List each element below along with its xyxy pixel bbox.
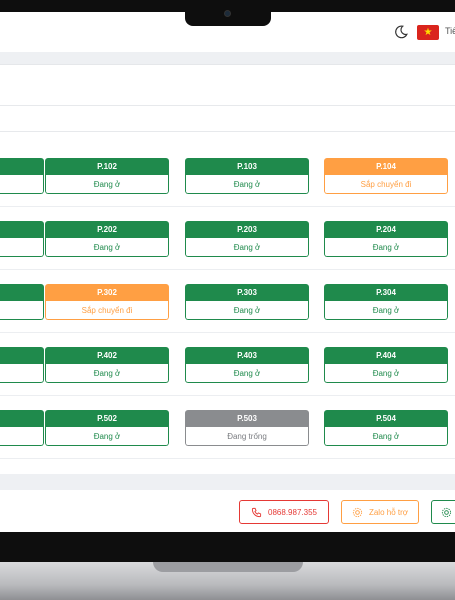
room-card[interactable]: P.504 Đang ở [324, 410, 448, 446]
room-card[interactable]: P.104 Sắp chuyển đi [324, 158, 448, 194]
room-status: Đang ở [45, 238, 169, 257]
room-number: P.204 [324, 221, 448, 238]
room-status: Đang ở [0, 427, 44, 446]
laptop-base-notch [153, 562, 303, 572]
room-card[interactable]: Đang ở [0, 284, 44, 320]
floor-row: Đang ởP.302Sắp chuyển điP.303Đang ởP.304… [0, 270, 455, 333]
support-gear-icon [352, 507, 363, 517]
room-card[interactable]: P.503 Đang trống [185, 410, 309, 446]
room-number: P.402 [45, 347, 169, 364]
hotline-button[interactable]: 0868.987.355 [239, 500, 329, 524]
room-number: P.103 [185, 158, 309, 175]
language-label[interactable]: Tiế [445, 26, 455, 36]
room-number: P.303 [185, 284, 309, 301]
room-card[interactable]: P.404 Đang ở [324, 347, 448, 383]
room-status: Đang ở [0, 238, 44, 257]
moon-icon[interactable] [394, 25, 408, 39]
filter-panel [0, 64, 455, 144]
room-number: P.104 [324, 158, 448, 175]
divider [0, 105, 455, 106]
room-card[interactable]: P.102 Đang ở [45, 158, 169, 194]
divider [0, 131, 455, 132]
room-number: P.302 [45, 284, 169, 301]
room-card[interactable]: P.103 Đang ở [185, 158, 309, 194]
vietnam-flag-icon[interactable]: ★ [417, 25, 439, 40]
settings-icon [441, 507, 452, 517]
room-card[interactable]: P.304 Đang ở [324, 284, 448, 320]
room-status: Đang ở [0, 364, 44, 383]
footer-bar: 0868.987.355 Zalo hỗ trợ [0, 490, 455, 532]
room-card[interactable]: Đang ở [0, 221, 44, 257]
room-number: P.404 [324, 347, 448, 364]
room-number: P.203 [185, 221, 309, 238]
room-status: Sắp chuyển đi [45, 301, 169, 320]
floor-row: Đang ởP.502Đang ởP.503Đang trốngP.504Đan… [0, 396, 455, 459]
zalo-support-button[interactable]: Zalo hỗ trợ [341, 500, 419, 524]
room-number [0, 410, 44, 427]
room-status: Sắp chuyển đi [324, 175, 448, 194]
room-card[interactable]: P.202 Đang ở [45, 221, 169, 257]
room-number: P.202 [45, 221, 169, 238]
room-card[interactable]: Đang ở [0, 410, 44, 446]
section-divider [0, 52, 455, 64]
room-status: Đang trống [185, 427, 309, 446]
room-status: Đang ở [185, 301, 309, 320]
room-card[interactable]: Đang ở [0, 158, 44, 194]
app-screen: ★ Tiế Đang ởP.102Đang ởP.103Đang ởP.104S… [0, 12, 455, 532]
room-status: Đang ở [45, 175, 169, 194]
laptop-frame: ★ Tiế Đang ởP.102Đang ởP.103Đang ởP.104S… [0, 0, 455, 600]
room-number: P.403 [185, 347, 309, 364]
room-card[interactable]: Đang ở [0, 347, 44, 383]
room-status: Đang ở [324, 301, 448, 320]
room-card[interactable]: P.303 Đang ở [185, 284, 309, 320]
room-status: Đang ở [185, 238, 309, 257]
room-card[interactable]: P.204 Đang ở [324, 221, 448, 257]
room-card[interactable]: P.203 Đang ở [185, 221, 309, 257]
room-status: Đang ở [185, 364, 309, 383]
room-status: Đang ở [324, 238, 448, 257]
floor-row: Đang ởP.202Đang ởP.203Đang ởP.204Đang ở [0, 207, 455, 270]
room-status: Đang ở [45, 427, 169, 446]
room-number [0, 347, 44, 364]
laptop-bezel-bottom [0, 532, 455, 562]
room-card[interactable]: P.403 Đang ở [185, 347, 309, 383]
room-number [0, 158, 44, 175]
room-number: P.504 [324, 410, 448, 427]
floor-row: Đang ởP.102Đang ởP.103Đang ởP.104Sắp chu… [0, 144, 455, 207]
room-card[interactable]: P.302 Sắp chuyển đi [45, 284, 169, 320]
camera-icon [224, 10, 231, 17]
room-status: Đang ở [0, 175, 44, 194]
room-status: Đang ở [324, 364, 448, 383]
room-number [0, 284, 44, 301]
phone-icon [251, 507, 262, 517]
hotline-label: 0868.987.355 [268, 507, 317, 517]
floor-row: Đang ởP.402Đang ởP.403Đang ởP.404Đang ở [0, 333, 455, 396]
footer-divider [0, 474, 455, 490]
room-status: Đang ở [0, 301, 44, 320]
room-card[interactable]: P.402 Đang ở [45, 347, 169, 383]
room-number: P.503 [185, 410, 309, 427]
room-number: P.304 [324, 284, 448, 301]
room-number: P.502 [45, 410, 169, 427]
room-number: P.102 [45, 158, 169, 175]
settings-button[interactable] [431, 500, 455, 524]
room-status: Đang ở [45, 364, 169, 383]
room-status: Đang ở [185, 175, 309, 194]
room-card[interactable]: P.502 Đang ở [45, 410, 169, 446]
room-number [0, 221, 44, 238]
zalo-support-label: Zalo hỗ trợ [368, 507, 409, 517]
room-status: Đang ở [324, 427, 448, 446]
